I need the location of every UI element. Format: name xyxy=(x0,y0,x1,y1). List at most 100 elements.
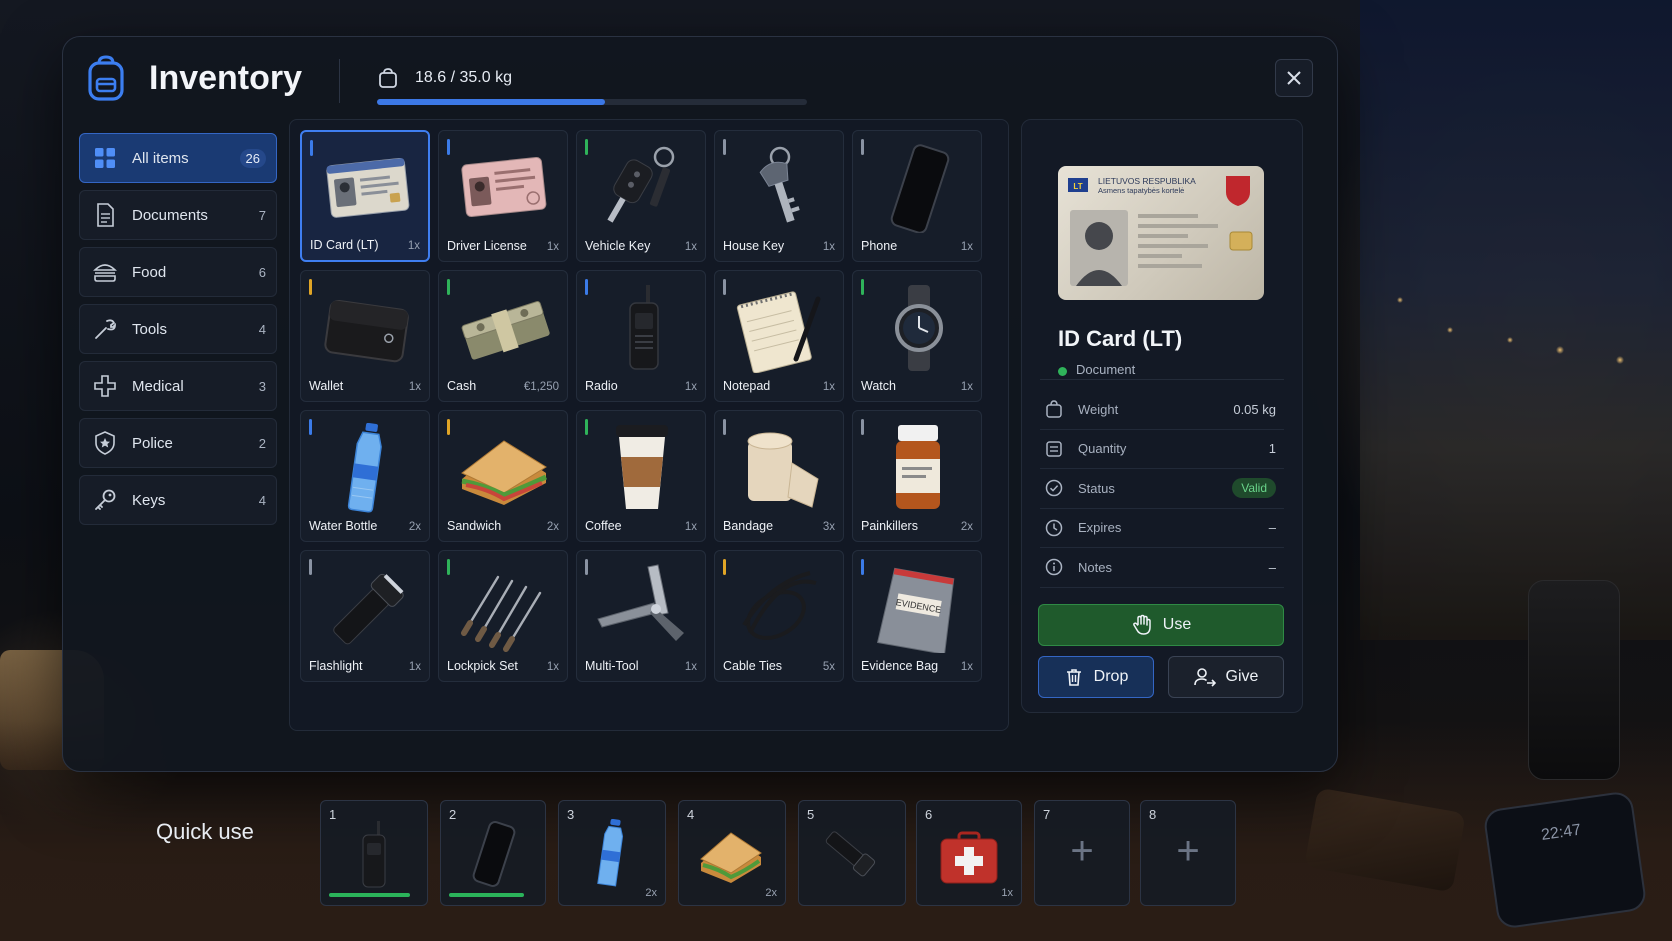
background-window-view xyxy=(1360,0,1672,640)
item-slot-flashlight[interactable]: Flashlight 1x xyxy=(300,550,430,682)
item-slot-cash[interactable]: Cash €1,250 xyxy=(438,270,568,402)
item-slot-radio[interactable]: Radio 1x xyxy=(576,270,706,402)
item-name: Painkillers xyxy=(861,519,918,533)
item-slot-multi-tool[interactable]: Multi-Tool 1x xyxy=(576,550,706,682)
item-slot-cable-ties[interactable]: Cable Ties 5x xyxy=(714,550,844,682)
item-quantity: 2x xyxy=(546,521,559,533)
item-slot-id-card[interactable]: ID Card (LT) 1x xyxy=(300,130,430,262)
item-slot-house-key[interactable]: House Key 1x xyxy=(714,130,844,262)
sidebar-item-keys[interactable]: Keys 4 xyxy=(79,475,277,525)
rarity-marker xyxy=(723,139,726,155)
property-value: – xyxy=(1268,520,1276,536)
property-row-weight: Weight 0.05 kg xyxy=(1040,390,1284,430)
item-slot-driver-license[interactable]: Driver License 1x xyxy=(438,130,568,262)
sidebar-item-count: 2 xyxy=(258,435,266,451)
medical-cross-icon xyxy=(92,373,118,399)
item-preview: LT LIETUVOS RESPUBLIKA Asmens tapatybės … xyxy=(1040,144,1284,380)
property-label: Notes xyxy=(1078,559,1112,575)
quick-slot-durability-bar xyxy=(329,893,410,897)
property-value: – xyxy=(1268,559,1276,575)
rarity-marker xyxy=(309,279,312,295)
sidebar-item-count: 4 xyxy=(258,492,266,508)
quick-slot-quantity: 2x xyxy=(645,887,657,899)
property-label: Quantity xyxy=(1078,441,1127,457)
lockpick-icon xyxy=(461,575,542,652)
item-quantity: 1x xyxy=(684,241,697,253)
item-name: Flashlight xyxy=(309,659,363,673)
quick-slot-7[interactable]: 7 + xyxy=(1034,800,1130,906)
item-quantity: 1x xyxy=(546,241,559,253)
burger-icon xyxy=(92,259,118,285)
sidebar-item-count: 7 xyxy=(258,207,266,223)
sidebar-item-medical[interactable]: Medical 3 xyxy=(79,361,277,411)
item-quantity: 1x xyxy=(408,661,421,673)
background-radio xyxy=(1528,580,1620,780)
quick-slot-1[interactable]: 1 xyxy=(320,800,428,906)
rarity-marker xyxy=(861,279,864,295)
rarity-marker xyxy=(310,140,313,156)
give-button[interactable]: Give xyxy=(1168,656,1284,698)
carry-weight-fill xyxy=(377,99,605,105)
close-button[interactable] xyxy=(1275,59,1313,97)
item-slot-vehicle-key[interactable]: Vehicle Key 1x xyxy=(576,130,706,262)
sidebar-item-label: Tools xyxy=(132,320,168,338)
rarity-marker xyxy=(309,419,312,435)
sidebar-item-tools[interactable]: Tools 4 xyxy=(79,304,277,354)
rarity-marker xyxy=(585,559,588,575)
item-slot-evidence-bag[interactable]: EVIDENCE Evidence Bag 1x xyxy=(852,550,982,682)
quick-slot-2[interactable]: 2 xyxy=(440,800,546,906)
item-slot-painkillers[interactable]: Painkillers 2x xyxy=(852,410,982,542)
rarity-marker xyxy=(723,279,726,295)
item-name: Lockpick Set xyxy=(447,659,518,673)
item-slot-sandwich[interactable]: Sandwich 2x xyxy=(438,410,568,542)
item-slot-lockpick-set[interactable]: Lockpick Set 1x xyxy=(438,550,568,682)
rarity-marker xyxy=(447,279,450,295)
sidebar-item-all-items[interactable]: All items 26 xyxy=(79,133,277,183)
police-badge-icon xyxy=(92,430,118,456)
quick-slot-5[interactable]: 5 xyxy=(798,800,906,906)
quick-slot-number: 5 xyxy=(807,807,815,822)
sidebar-item-count: 4 xyxy=(258,321,266,337)
item-quantity: 1x xyxy=(684,521,697,533)
item-slot-water-bottle[interactable]: Water Bottle 2x xyxy=(300,410,430,542)
item-slot-wallet[interactable]: Wallet 1x xyxy=(300,270,430,402)
item-name: Water Bottle xyxy=(309,519,378,533)
sidebar-item-documents[interactable]: Documents 7 xyxy=(79,190,277,240)
property-value: 0.05 kg xyxy=(1233,401,1276,417)
item-name: Cash xyxy=(447,379,477,393)
item-name: ID Card (LT) xyxy=(310,238,379,252)
wrench-icon xyxy=(92,316,118,342)
flashlight-icon xyxy=(333,573,404,645)
item-quantity: 1x xyxy=(684,661,697,673)
sidebar-item-label: Documents xyxy=(132,206,208,224)
item-name: Vehicle Key xyxy=(585,239,651,253)
sidebar-item-police[interactable]: Police 2 xyxy=(79,418,277,468)
item-name: Driver License xyxy=(447,239,527,253)
water-bottle-icon xyxy=(347,423,382,513)
quick-slot-8[interactable]: 8 + xyxy=(1140,800,1236,906)
use-button[interactable]: Use xyxy=(1038,604,1284,646)
sidebar-item-food[interactable]: Food 6 xyxy=(79,247,277,297)
quick-slot-number: 8 xyxy=(1149,807,1157,822)
item-slot-coffee[interactable]: Coffee 1x xyxy=(576,410,706,542)
drop-button[interactable]: Drop xyxy=(1038,656,1154,698)
quick-slot-3[interactable]: 3 2x xyxy=(558,800,666,906)
item-slot-phone[interactable]: Phone 1x xyxy=(852,130,982,262)
rarity-marker xyxy=(585,279,588,295)
multi-tool-icon xyxy=(597,564,684,641)
first-aid-kit-icon xyxy=(940,831,998,884)
item-slot-notepad[interactable]: Notepad 1x xyxy=(714,270,844,402)
item-quantity: €1,250 xyxy=(523,381,559,393)
house-key-icon xyxy=(759,146,800,223)
quick-slot-6[interactable]: 6 1x xyxy=(916,800,1022,906)
grid-icon xyxy=(92,145,118,171)
quick-slot-4[interactable]: 4 2x xyxy=(678,800,786,906)
item-slot-watch[interactable]: Watch 1x xyxy=(852,270,982,402)
rarity-marker xyxy=(309,559,312,575)
item-slot-bandage[interactable]: Bandage 3x xyxy=(714,410,844,542)
rarity-marker xyxy=(447,419,450,435)
property-row-quantity: Quantity 1 xyxy=(1040,430,1284,469)
phone-icon xyxy=(472,821,516,887)
backpack-icon xyxy=(88,55,124,101)
item-name: Notepad xyxy=(723,379,771,393)
